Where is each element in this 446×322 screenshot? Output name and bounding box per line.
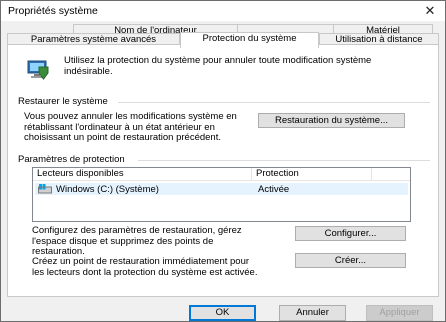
cancel-button[interactable]: Annuler [279, 305, 346, 321]
create-button[interactable]: Créer... [295, 253, 406, 268]
intro-text: Utilisez la protection du système pour a… [64, 55, 372, 77]
title-bar: Propriétés système ✕ [1, 1, 445, 21]
drive-name: Windows (C:) (Système) [56, 183, 159, 195]
close-icon[interactable]: ✕ [415, 1, 445, 21]
system-properties-window: Propriétés système ✕ Nom de l'ordinateur… [0, 0, 446, 322]
protection-section-title: Paramètres de protection [18, 154, 129, 165]
window-title: Propriétés système [8, 5, 98, 17]
restore-description: Vous pouvez annuler les modifications sy… [24, 111, 237, 143]
column-drives[interactable]: Lecteurs disponibles [33, 168, 252, 181]
configure-button[interactable]: Configurer... [295, 226, 406, 241]
list-header: Lecteurs disponibles Protection [33, 168, 410, 181]
configure-description: Configurez des paramètres de restauratio… [32, 225, 242, 257]
section-divider [118, 102, 430, 103]
restore-section-title: Restaurer le système [18, 96, 112, 107]
list-item[interactable]: Windows (C:) (Système) Activée [35, 183, 408, 195]
tab-system-protection[interactable]: Protection du système [180, 32, 319, 48]
section-divider [138, 160, 430, 161]
apply-button[interactable]: Appliquer [366, 305, 433, 321]
windows-drive-icon [38, 184, 52, 194]
system-protection-panel: Utilisez la protection du système pour a… [7, 44, 439, 297]
ok-button[interactable]: OK [189, 305, 256, 321]
computer-shield-icon [26, 58, 50, 80]
protection-status: Activée [258, 183, 290, 195]
system-restore-button[interactable]: Restauration du système... [258, 113, 405, 128]
column-protection[interactable]: Protection [252, 168, 372, 181]
create-description: Créez un point de restauration immédiate… [32, 256, 258, 278]
drives-list[interactable]: Lecteurs disponibles Protection Windows … [32, 167, 411, 222]
